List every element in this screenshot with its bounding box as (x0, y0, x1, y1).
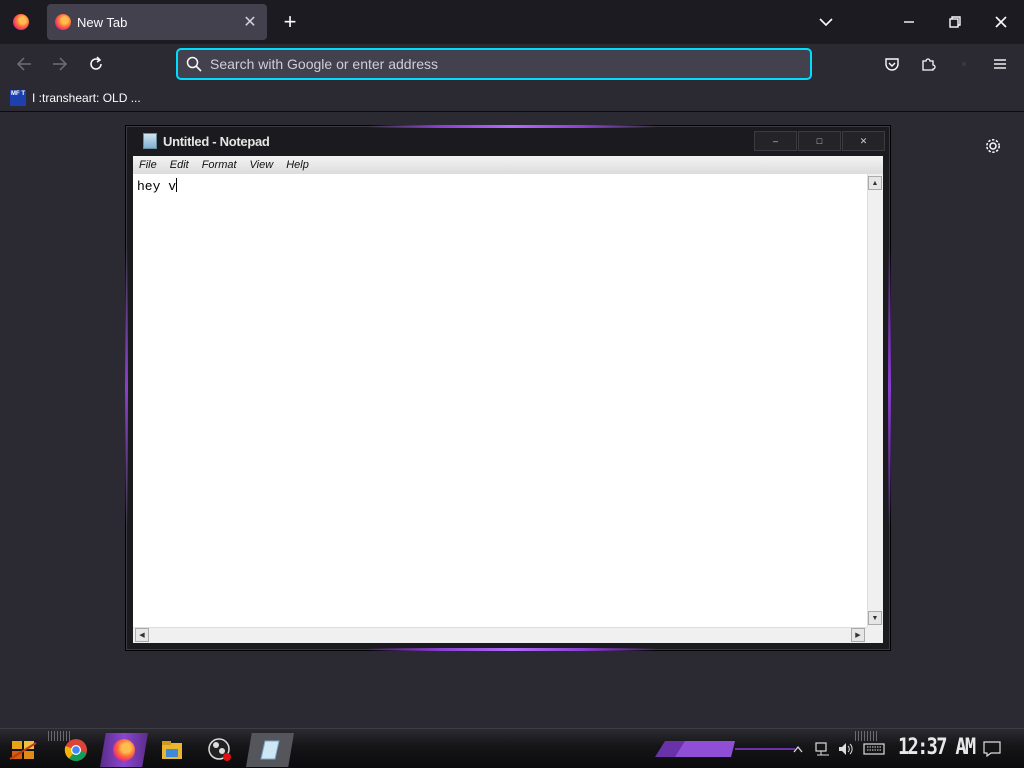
window-glow-decoration (367, 648, 657, 651)
scroll-left-icon[interactable]: ◀ (135, 628, 149, 642)
puzzle-icon (922, 58, 936, 71)
menu-view[interactable]: View (250, 159, 274, 171)
restore-icon (949, 16, 961, 28)
notepad-titlebar[interactable]: Untitled - Notepad – □ ✕ (127, 127, 889, 155)
hamburger-menu-icon (994, 59, 1006, 69)
chevron-up-icon (793, 745, 803, 753)
notepad-menubar: File Edit Format View Help (133, 156, 883, 174)
account-icon (962, 62, 966, 66)
bookmarks-toolbar: MF T I :transheart: OLD ... (0, 84, 1024, 112)
reload-icon (90, 56, 102, 70)
taskbar-firefox[interactable] (100, 733, 148, 767)
chrome-icon (64, 739, 87, 761)
touch-keyboard-button[interactable] (862, 741, 886, 757)
notepad-window: Untitled - Notepad – □ ✕ File Edit Forma… (125, 125, 891, 651)
window-title: Untitled - Notepad (163, 133, 270, 149)
notepad-maximize-button[interactable]: □ (798, 131, 841, 151)
list-all-tabs-button[interactable] (812, 10, 840, 34)
back-button[interactable] (10, 50, 38, 78)
window-glow-decoration (125, 247, 128, 527)
taskbar-accent-decoration (655, 741, 795, 757)
start-button[interactable] (8, 737, 38, 763)
menu-format[interactable]: Format (202, 159, 237, 171)
pocket-button[interactable] (878, 50, 906, 78)
notepad-minimize-button[interactable]: – (754, 131, 797, 151)
window-controls: – □ ✕ (754, 131, 885, 151)
bookmark-item[interactable]: MF T I :transheart: OLD ... (10, 88, 141, 108)
notepad-icon (143, 133, 157, 149)
close-icon (995, 16, 1007, 28)
menu-button[interactable] (986, 50, 1014, 78)
notification-icon (983, 741, 1001, 757)
customize-new-tab-button[interactable] (980, 133, 1006, 159)
taskbar-decoration (855, 731, 877, 741)
menu-file[interactable]: File (139, 159, 157, 171)
taskbar-clock[interactable]: 12:37 AM (898, 735, 976, 760)
url-input[interactable] (210, 56, 810, 72)
close-window-button[interactable] (978, 0, 1024, 44)
bookmark-favicon-icon: MF T (10, 90, 26, 106)
address-bar[interactable] (176, 48, 812, 80)
file-explorer-icon (162, 741, 182, 759)
reload-button[interactable] (82, 50, 110, 78)
horizontal-scrollbar[interactable]: ◀ ▶ (133, 627, 867, 643)
navigation-toolbar (0, 44, 1024, 84)
network-icon (815, 742, 829, 756)
size-grip[interactable] (867, 627, 883, 643)
new-tab-button[interactable]: + (278, 8, 302, 36)
extensions-button[interactable] (914, 50, 942, 78)
volume-button[interactable] (838, 741, 856, 757)
chevron-down-icon (819, 18, 833, 27)
menu-help[interactable]: Help (286, 159, 309, 171)
scroll-up-icon[interactable]: ▲ (868, 176, 882, 190)
firefox-icon (55, 14, 71, 30)
window-glow-decoration (888, 247, 891, 527)
taskbar-chrome[interactable] (56, 733, 96, 767)
show-hidden-icons-button[interactable] (792, 741, 804, 757)
tab-title: New Tab (77, 14, 128, 30)
restore-button[interactable] (932, 0, 978, 44)
scroll-right-icon[interactable]: ▶ (851, 628, 865, 642)
scroll-down-icon[interactable]: ▼ (868, 611, 882, 625)
taskbar-file-explorer[interactable] (152, 733, 192, 767)
pocket-icon (885, 58, 899, 71)
tab-bar: New Tab ✕ + (0, 0, 1024, 44)
bookmark-label: I :transheart: OLD ... (32, 91, 141, 105)
tab-new-tab[interactable]: New Tab ✕ (47, 4, 267, 40)
forward-button[interactable] (46, 50, 74, 78)
firefox-view-button[interactable] (0, 0, 42, 44)
vertical-scrollbar[interactable]: ▲ ▼ (867, 174, 883, 627)
document-text: hey v (137, 179, 177, 194)
search-icon (186, 56, 202, 72)
back-arrow-icon (16, 57, 31, 71)
notepad-icon (260, 740, 280, 760)
obs-icon (208, 738, 231, 761)
firefox-icon (13, 14, 29, 30)
notepad-close-button[interactable]: ✕ (842, 131, 885, 151)
network-button[interactable] (814, 741, 832, 757)
keyboard-icon (863, 743, 885, 755)
start-icon (9, 741, 37, 760)
text-caret (176, 178, 178, 192)
speaker-icon (839, 743, 853, 755)
close-tab-icon[interactable]: ✕ (241, 12, 259, 32)
menu-edit[interactable]: Edit (170, 159, 189, 171)
taskbar-obs[interactable] (200, 733, 240, 767)
notepad-edit-area[interactable]: hey v ▲ ▼ ◀ ▶ (133, 174, 883, 643)
forward-arrow-icon (53, 57, 68, 71)
minimize-button[interactable] (886, 0, 932, 44)
taskbar-notepad[interactable] (246, 733, 294, 767)
account-button[interactable] (950, 50, 978, 78)
notifications-button[interactable] (982, 741, 1002, 757)
taskbar: 12:37 AM (0, 728, 1024, 768)
minimize-icon (904, 21, 914, 23)
gear-icon (986, 139, 1000, 153)
firefox-icon (113, 739, 135, 761)
text-editor[interactable]: hey v (133, 174, 867, 627)
